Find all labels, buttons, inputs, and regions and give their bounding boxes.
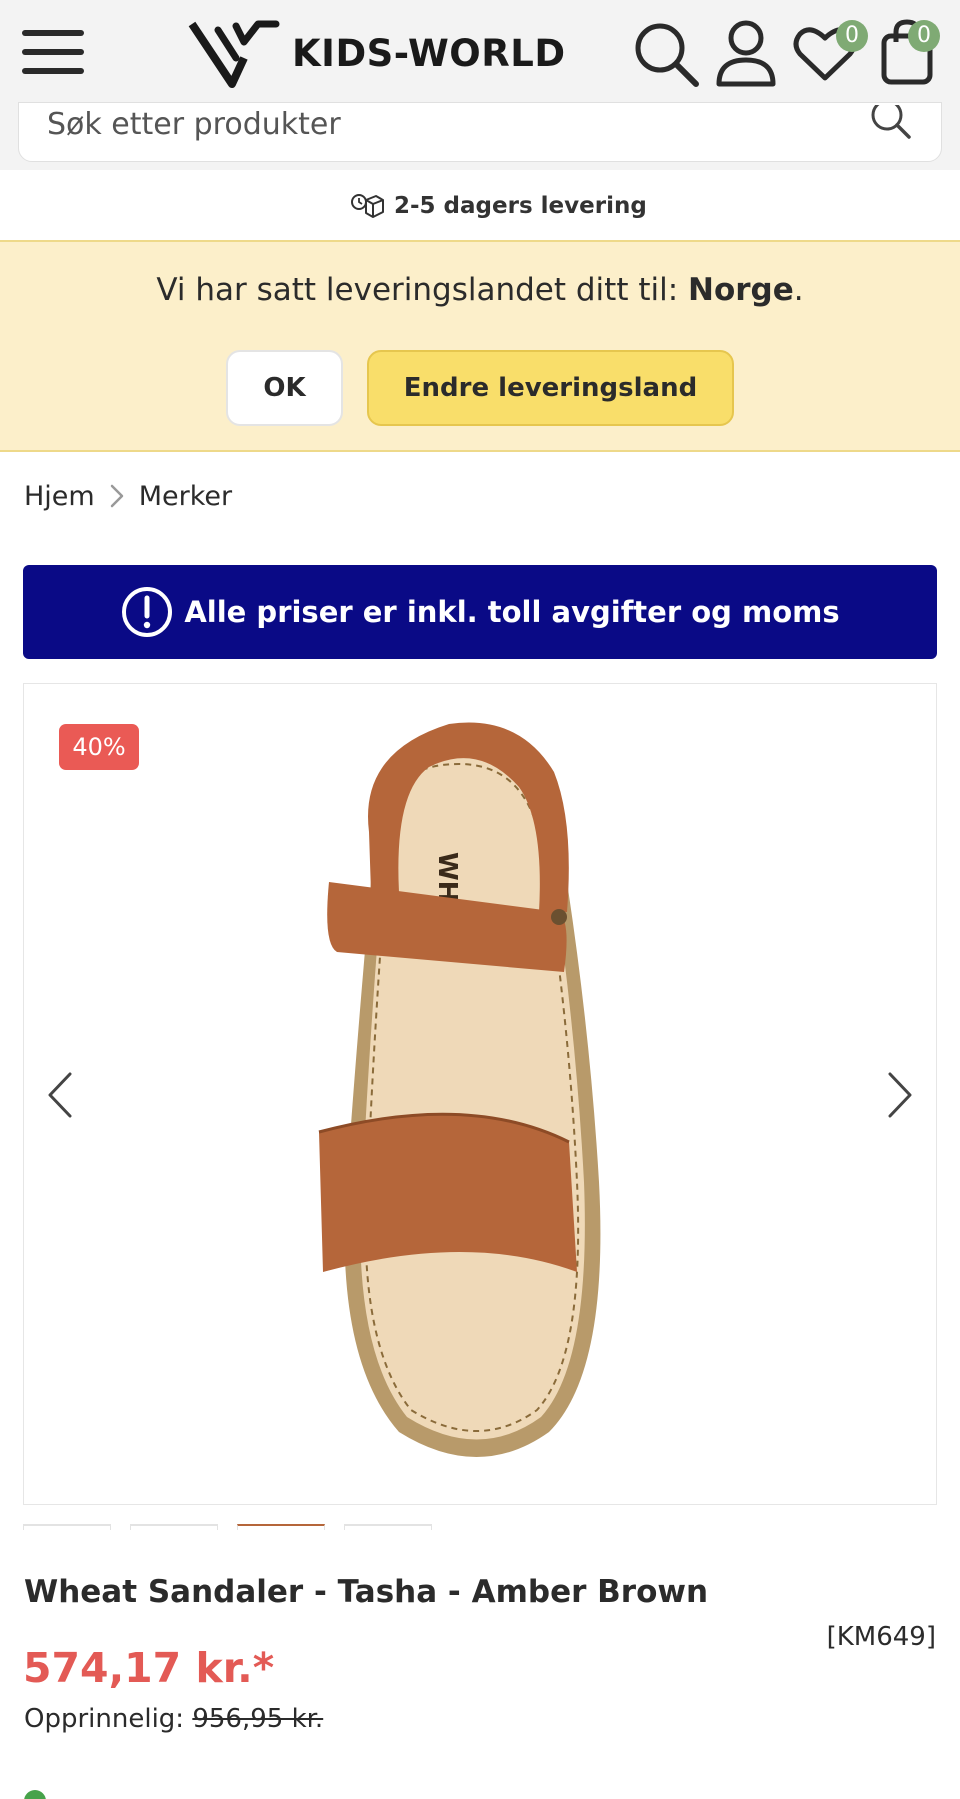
discount-badge: 40%: [59, 724, 139, 770]
wishlist-count-badge: 0: [836, 20, 868, 52]
delivery-info: 2-5 dagers levering: [0, 170, 960, 240]
delivery-truck-icon: [351, 194, 384, 218]
change-country-button[interactable]: Endre leveringsland: [367, 350, 734, 426]
search-placeholder: Søk etter produkter: [47, 107, 341, 142]
product-image-gallery[interactable]: 40% WHEAT: [23, 683, 937, 1505]
thumbnail[interactable]: [237, 1524, 325, 1530]
search-submit-icon[interactable]: [869, 105, 913, 145]
chevron-left-icon[interactable]: [42, 1070, 78, 1120]
search-icon[interactable]: [630, 18, 700, 88]
delivery-country-banner: Vi har satt leveringslandet ditt til: No…: [0, 240, 960, 452]
country-message-suffix: .: [793, 272, 804, 308]
hamburger-menu-icon[interactable]: [20, 26, 86, 78]
country-message-text: Vi har satt leveringslandet ditt til:: [156, 272, 689, 308]
product-image: WHEAT: [318, 722, 601, 1457]
exclamation-icon: [122, 587, 173, 637]
product-price: 574,17 kr.*: [23, 1644, 275, 1692]
thumbnail[interactable]: [344, 1524, 432, 1530]
cart-button[interactable]: 0: [878, 18, 948, 88]
account-icon[interactable]: [711, 18, 781, 88]
chevron-right-icon[interactable]: [882, 1070, 918, 1120]
breadcrumb-item-home[interactable]: Hjem: [24, 481, 95, 512]
thumbnail[interactable]: [23, 1524, 111, 1530]
original-price: Opprinnelig: 956,95 kr.: [24, 1704, 323, 1734]
search-input[interactable]: Søk etter produkter: [18, 102, 942, 162]
breadcrumb: Hjem Merker: [24, 478, 232, 514]
breadcrumb-item-brands[interactable]: Merker: [139, 481, 232, 512]
delivery-text: 2-5 dagers levering: [394, 193, 647, 219]
original-price-label: Opprinnelig:: [24, 1704, 193, 1734]
product-title: Wheat Sandaler - Tasha - Amber Brown: [24, 1574, 709, 1610]
price-info-banner: Alle priser er inkl. toll avgifter og mo…: [23, 565, 937, 659]
logo-text: KIDS-WORLD: [292, 32, 566, 75]
price-info-text: Alle priser er inkl. toll avgifter og mo…: [184, 595, 840, 629]
thumbnail[interactable]: [130, 1524, 218, 1530]
country-message: Vi har satt leveringslandet ditt til: No…: [0, 272, 960, 308]
chevron-right-icon: [110, 484, 123, 508]
country-name: Norge: [688, 272, 794, 308]
wishlist-button[interactable]: 0: [790, 18, 868, 88]
site-header: KIDS-WORLD 0 0: [0, 0, 960, 114]
search-bar-area: Søk etter produkter: [0, 102, 960, 170]
logo-mark-icon: [188, 20, 280, 88]
product-sku: [KM649]: [826, 1622, 936, 1652]
site-logo[interactable]: KIDS-WORLD: [188, 16, 565, 88]
thumbnail-strip: [23, 1524, 443, 1530]
ok-button[interactable]: OK: [226, 350, 343, 426]
stock-status-dot: [24, 1790, 46, 1799]
original-price-value: 956,95 kr.: [192, 1704, 324, 1734]
cart-count-badge: 0: [908, 20, 940, 52]
